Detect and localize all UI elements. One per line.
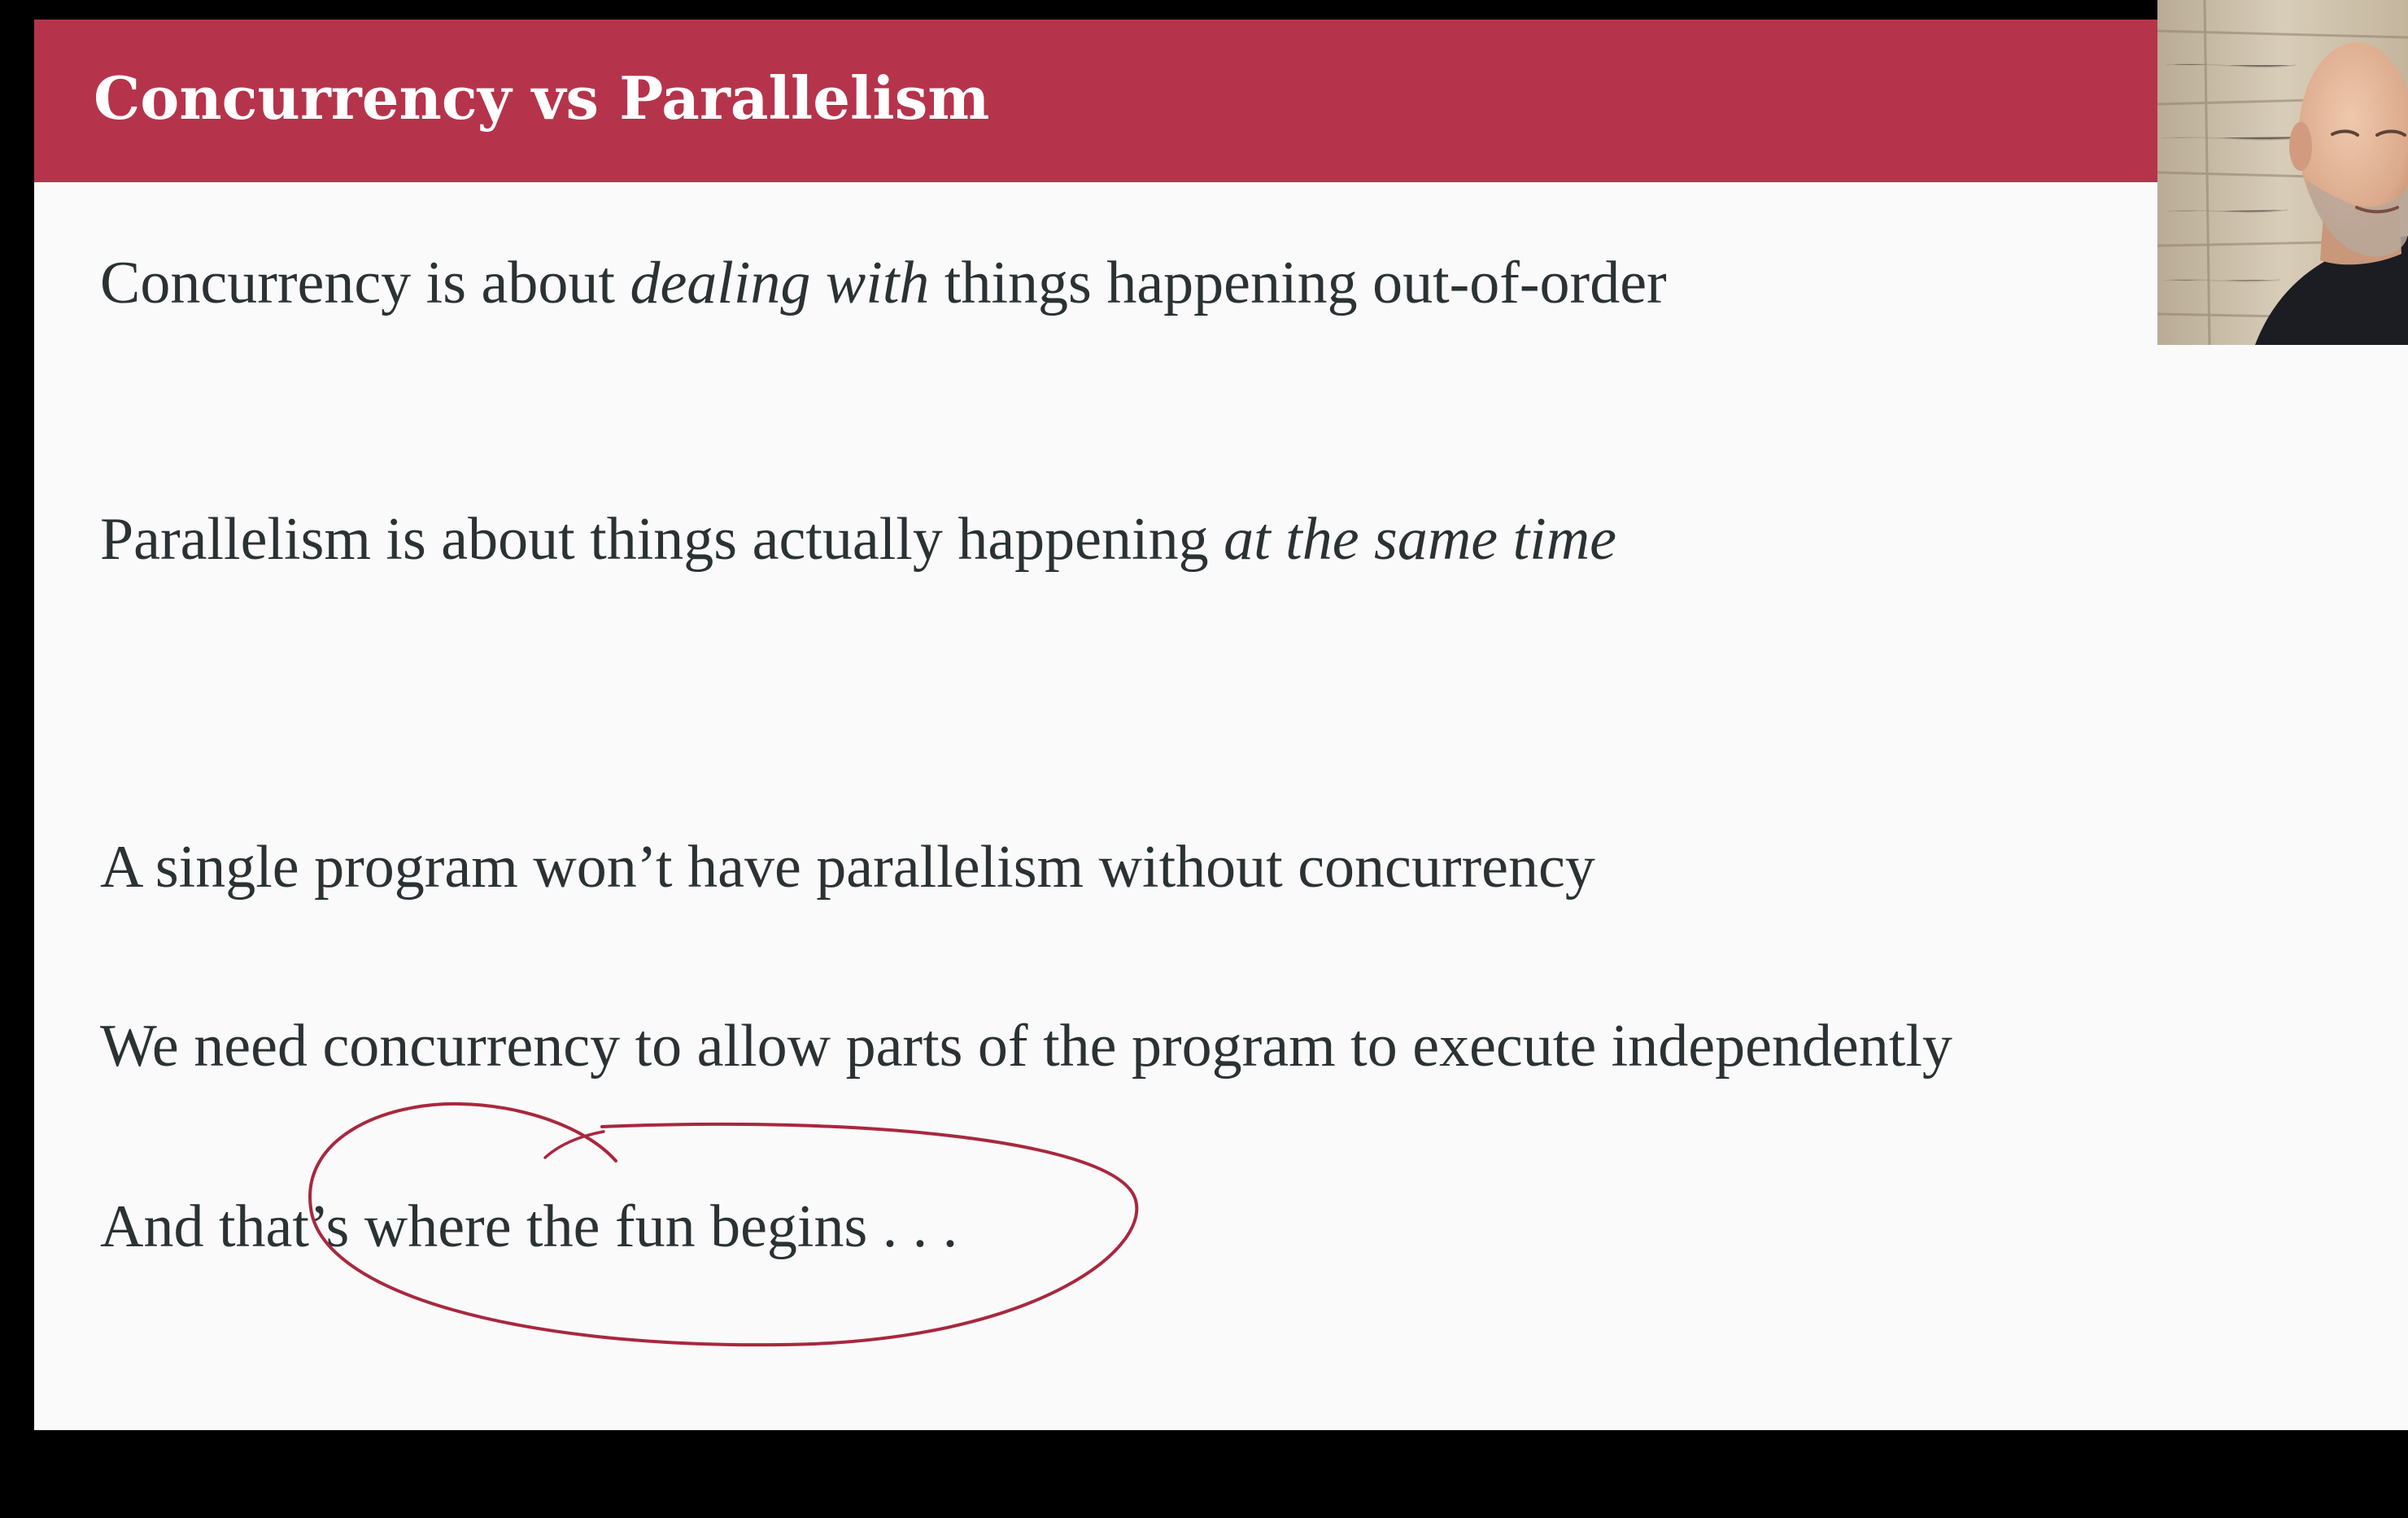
slide-line-concurrency: Concurrency is about dealing with things… bbox=[100, 247, 1667, 320]
line2-emphasis: at the same time bbox=[1224, 506, 1617, 573]
slide-title: Concurrency vs Parallelism bbox=[94, 63, 990, 133]
slide: Concurrency vs Parallelism Concurrency i… bbox=[34, 20, 2408, 1430]
presenter-webcam bbox=[2157, 0, 2408, 345]
line1-text-after: things happening out-of-order bbox=[929, 250, 1667, 316]
presenter-icon bbox=[2157, 0, 2408, 345]
line2-text-before: Parallelism is about things actually hap… bbox=[100, 506, 1224, 573]
slide-line-fun-begins: And that’s where the fun begins . . . bbox=[100, 1193, 958, 1260]
slide-line-need-concurrency: We need concurrency to allow parts of th… bbox=[100, 1013, 1952, 1080]
title-bar: Concurrency vs Parallelism bbox=[34, 20, 2408, 182]
slide-line-parallelism: Parallelism is about things actually hap… bbox=[100, 504, 1616, 576]
line1-text-before: Concurrency is about bbox=[100, 250, 630, 316]
line1-emphasis: dealing with bbox=[630, 250, 930, 316]
slide-line-single-program: A single program won’t have parallelism … bbox=[100, 834, 1595, 901]
